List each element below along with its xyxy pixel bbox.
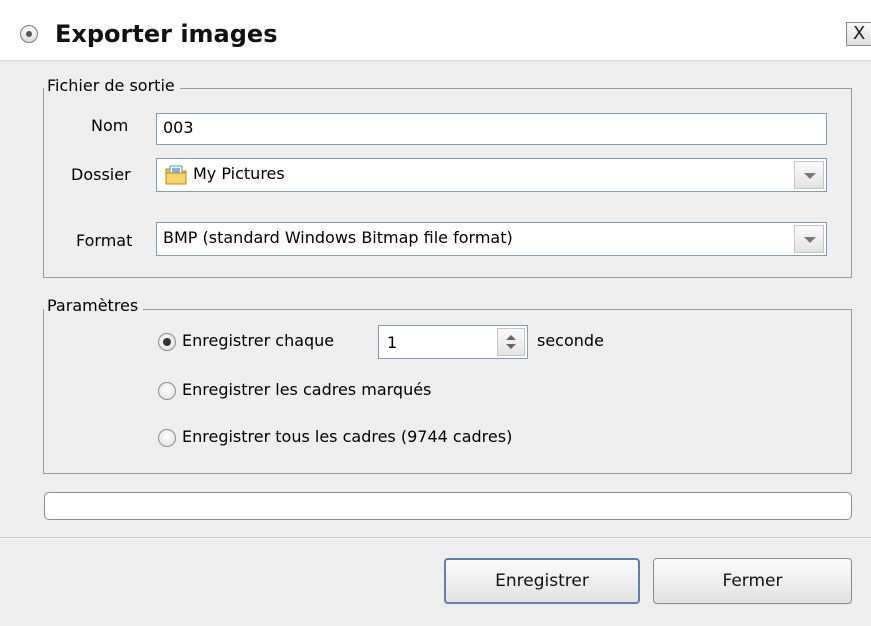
option-every-radio[interactable] [158,333,176,351]
format-value: BMP (standard Windows Bitmap file format… [163,228,513,247]
option-marked-label: Enregistrer les cadres marqués [182,380,432,399]
interval-value: 1 [387,333,398,352]
option-all-radio[interactable] [158,429,176,447]
option-all-row[interactable]: Enregistrer tous les cadres (9744 cadres… [158,426,618,452]
interval-spinbox[interactable]: 1 [378,325,528,359]
option-all-label: Enregistrer tous les cadres (9744 cadres… [182,427,513,446]
interval-unit-label: seconde [537,331,604,350]
option-marked-radio[interactable] [158,382,176,400]
folder-pictures-icon [165,165,187,185]
export-images-dialog: Exporter images X Fichier de sortie Nom … [0,0,871,626]
close-button[interactable]: Fermer [653,558,852,604]
format-combobox[interactable]: BMP (standard Windows Bitmap file format… [156,222,827,256]
folder-label: Dossier [71,165,131,184]
chevron-down-icon[interactable] [794,225,824,253]
dialog-title: Exporter images [55,20,278,48]
window-menu-icon[interactable] [20,25,38,43]
save-button[interactable]: Enregistrer [444,558,640,604]
option-every-label: Enregistrer chaque [182,331,335,350]
format-label: Format [76,231,133,250]
chevron-down-icon[interactable] [794,161,824,189]
spin-down-icon[interactable] [506,344,516,349]
spin-arrows-icon[interactable] [497,328,525,356]
button-separator [0,537,871,539]
spin-up-icon[interactable] [506,335,516,340]
folder-combobox[interactable]: My Pictures [156,158,827,192]
name-label: Nom [91,116,129,135]
close-icon[interactable]: X [846,22,871,46]
parameters-legend: Paramètres [44,296,144,315]
folder-value: My Pictures [193,164,285,183]
title-bar: Exporter images X [0,0,871,61]
export-progress-bar [44,492,852,520]
name-input[interactable]: 003 [156,113,827,145]
option-marked-row[interactable]: Enregistrer les cadres marqués [158,379,578,405]
output-file-legend: Fichier de sortie [44,76,180,95]
